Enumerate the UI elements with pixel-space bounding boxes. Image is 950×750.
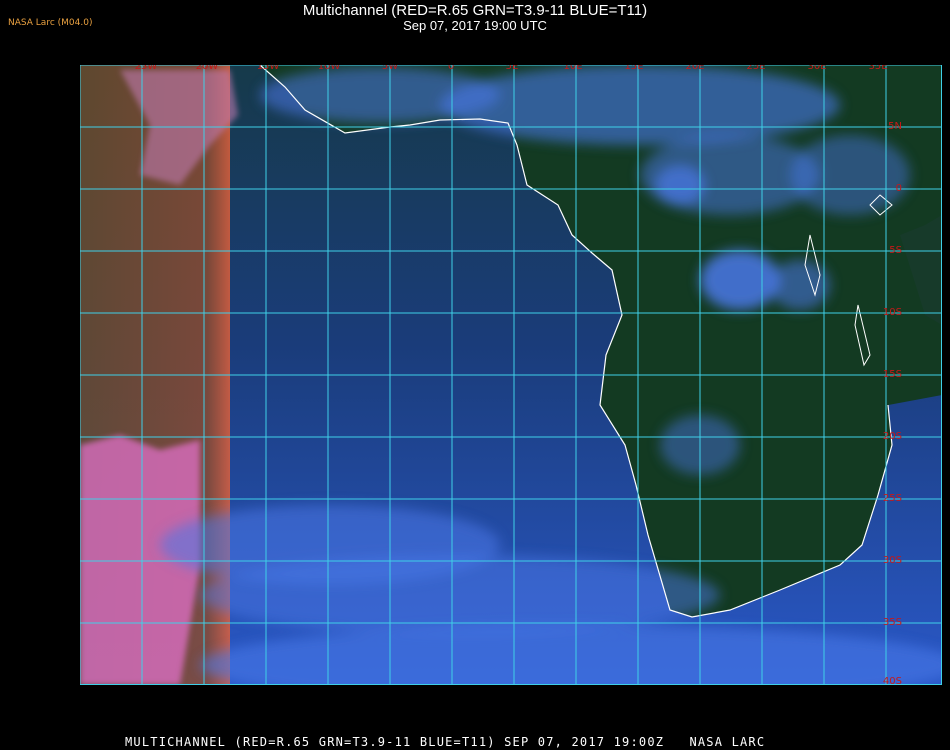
latitude-label: 0 [896,183,902,194]
longitude-label: 25E [746,65,765,72]
latitude-label: 30S [883,555,902,566]
longitude-label: 0 [448,65,454,72]
longitude-label: 25W [135,65,158,72]
longitude-label: 20W [196,65,219,72]
longitude-label: 10W [318,65,341,72]
latitude-label: 15S [883,369,902,380]
latitude-label: 5N [888,121,902,132]
longitude-label: 30E [807,65,826,72]
latitude-label: 5S [889,245,902,256]
image-datetime: Sep 07, 2017 19:00 UTC [403,18,547,33]
latitude-label: 35S [883,617,902,628]
longitude-label: 5W [382,65,398,72]
latitude-label: 20S [883,431,902,442]
longitude-label: 35E [868,65,887,72]
longitude-label: 5E [506,65,519,72]
latitude-label: 10S [883,307,902,318]
latitude-label: 40S [883,676,902,685]
latitude-label: 25S [883,493,902,504]
satellite-map: 25W 20W 15W 10W 5W 0 5E 10E 15E 20E 25E 30E 35E 5N 0 5… [80,65,942,685]
footer-caption: MULTICHANNEL (RED=R.65 GRN=T3.9-11 BLUE=… [125,735,766,749]
longitude-label: 10E [563,65,582,72]
longitude-label: 15E [624,65,643,72]
longitude-label: 20E [685,65,704,72]
image-title: Multichannel (RED=R.65 GRN=T3.9-11 BLUE=… [302,2,648,19]
longitude-label: 15W [257,65,280,72]
